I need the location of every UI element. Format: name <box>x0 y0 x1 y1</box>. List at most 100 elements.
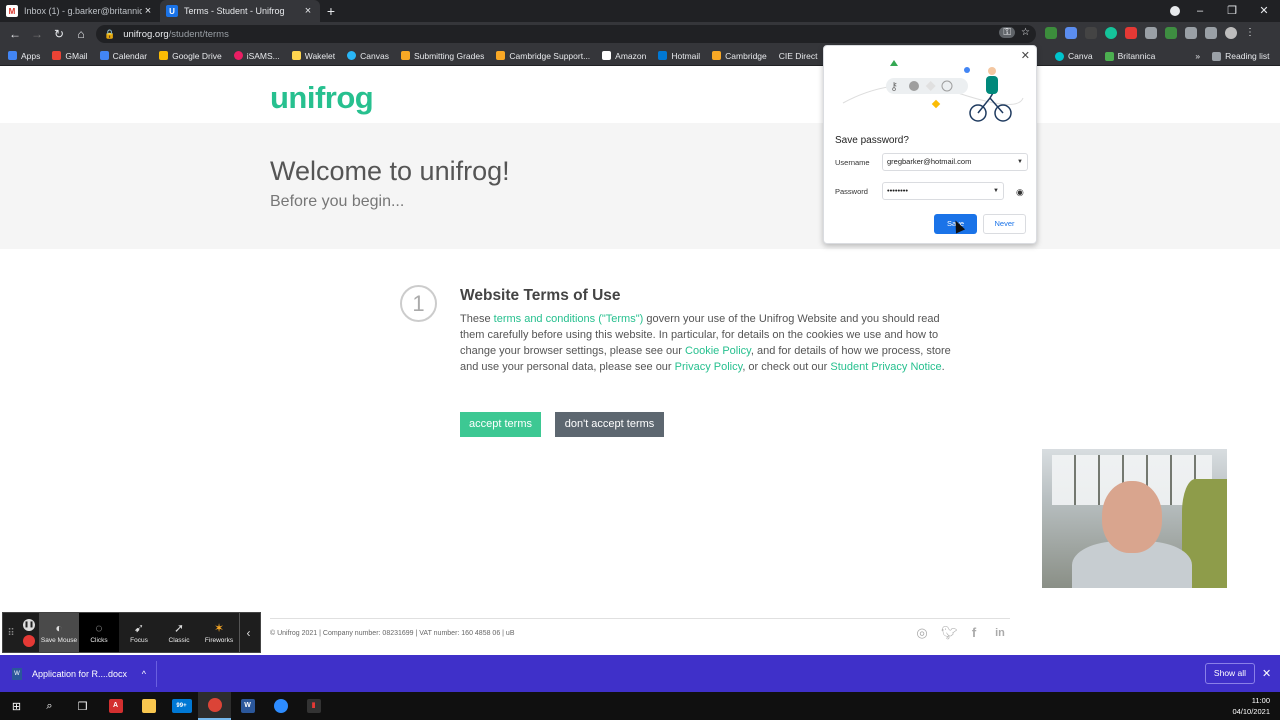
bookmark-hotmail[interactable]: Hotmail <box>658 51 700 61</box>
download-item[interactable]: W Application for R....docx ^ <box>12 660 157 687</box>
cookie-policy-link[interactable]: Cookie Policy <box>685 345 751 357</box>
home-icon[interactable]: ⌂ <box>70 27 92 41</box>
minimize-icon[interactable]: – <box>1184 0 1216 22</box>
extension-icon[interactable] <box>1165 27 1177 39</box>
extension-icon[interactable] <box>1065 27 1077 39</box>
bookmark-cambridge[interactable]: Cambridge <box>712 51 767 61</box>
collapse-icon[interactable]: ‹ <box>239 613 257 652</box>
tab-gmail[interactable]: M Inbox (1) - g.barker@britannica.sc × <box>0 0 160 22</box>
page-subtitle: Before you begin... <box>270 193 405 210</box>
extension-icon[interactable] <box>1145 27 1157 39</box>
student-privacy-link[interactable]: Student Privacy Notice <box>830 361 941 373</box>
bookmark-amazon[interactable]: Amazon <box>602 51 646 61</box>
dropdown-arrow-icon[interactable]: ▼ <box>1017 154 1023 170</box>
unifrog-logo[interactable]: unifrog <box>270 80 374 116</box>
cambridge-icon <box>712 51 722 60</box>
bookmark-google-drive[interactable]: Google Drive <box>159 51 222 61</box>
pause-icon[interactable]: ❚❚ <box>23 618 35 631</box>
media-icon[interactable] <box>1205 27 1217 39</box>
bookmark-gmail[interactable]: GMail <box>52 51 88 61</box>
search-icon[interactable]: ⌕ <box>33 692 66 720</box>
tab-unifrog[interactable]: U Terms - Student - Unifrog × <box>160 0 320 22</box>
restore-icon[interactable]: ❐ <box>1216 0 1248 22</box>
bookmark-canva[interactable]: Canva <box>1055 51 1093 61</box>
tab-close-icon[interactable]: × <box>302 5 314 17</box>
forward-icon[interactable]: → <box>26 27 48 41</box>
tab-title: Inbox (1) - g.barker@britannica.sc <box>24 6 142 16</box>
clicks-option[interactable]: ◌ Clicks <box>79 613 119 652</box>
accept-terms-button[interactable]: accept terms <box>460 412 541 437</box>
bookmark-wakelet[interactable]: Wakelet <box>291 51 335 61</box>
fireworks-icon: ✶ <box>213 621 225 635</box>
window-close-icon[interactable]: ✕ <box>1248 0 1280 22</box>
classic-option[interactable]: ➚ Classic <box>159 613 199 652</box>
save-mouse-option[interactable]: ◐ Save Mouse <box>39 613 79 652</box>
chrome-icon[interactable] <box>198 692 231 720</box>
zoom-icon[interactable] <box>264 692 297 720</box>
linkedin-icon[interactable]: in <box>993 626 1007 640</box>
gmail-icon <box>52 51 62 60</box>
lock-icon[interactable]: 🔒 <box>104 29 115 40</box>
star-icon[interactable]: ☆ <box>1021 27 1030 38</box>
facebook-icon[interactable]: f <box>967 626 981 640</box>
back-icon[interactable]: ← <box>4 27 26 41</box>
extension-icons: ⋮ <box>1045 27 1255 39</box>
bookmarks-overflow[interactable]: » <box>1195 51 1200 61</box>
menu-icon[interactable]: ⋮ <box>1245 27 1255 39</box>
password-label: Password <box>835 187 868 196</box>
task-view-icon[interactable]: ❒ <box>66 692 99 720</box>
bookmark-canvas[interactable]: Canvas <box>347 51 389 61</box>
address-bar[interactable]: 🔒 unifrog.org /student/terms ⚿ ☆ <box>96 25 1036 43</box>
recorder-app-icon[interactable]: ▮ <box>297 692 330 720</box>
decline-terms-button[interactable]: don't accept terms <box>555 412 664 437</box>
stop-icon[interactable] <box>23 634 35 647</box>
new-tab-icon[interactable]: + <box>320 0 342 22</box>
tab-close-icon[interactable]: × <box>142 5 154 17</box>
file-explorer-icon[interactable] <box>132 692 165 720</box>
bookmark-britannica[interactable]: Britannica <box>1104 51 1155 61</box>
password-field[interactable]: •••••••• ▼ <box>882 182 1004 200</box>
bookmark-isams[interactable]: iSAMS... <box>233 51 280 61</box>
pointer-icon: ➚ <box>173 621 185 635</box>
profile-indicator-icon[interactable] <box>1170 6 1180 16</box>
privacy-policy-link[interactable]: Privacy Policy <box>675 361 743 373</box>
extension-icon[interactable] <box>1125 27 1137 39</box>
drag-handle-icon[interactable]: ⠿ <box>3 613 19 652</box>
windows-start-icon[interactable]: ⊞ <box>0 692 33 720</box>
twitter-icon[interactable]: 🐦︎ <box>941 626 958 640</box>
username-field[interactable]: gregbarker@hotmail.com ▼ <box>882 153 1028 171</box>
bookmark-apps[interactable]: Apps <box>8 51 40 61</box>
bookmark-cie-direct[interactable]: CIE Direct <box>779 51 818 61</box>
eye-icon[interactable]: ◉ <box>1016 187 1024 198</box>
key-icon[interactable]: ⚿ <box>999 27 1016 38</box>
page-title: Welcome to unifrog! <box>270 156 510 186</box>
extension-icon[interactable] <box>1045 27 1057 39</box>
instagram-icon[interactable]: ◎ <box>915 626 929 640</box>
step-number-badge: 1 <box>400 285 437 322</box>
clock-time: 11:00 <box>1251 696 1270 705</box>
chevron-up-icon[interactable]: ^ <box>142 669 146 679</box>
show-all-button[interactable]: Show all <box>1205 663 1255 684</box>
never-button[interactable]: Never <box>983 214 1026 234</box>
puzzle-icon[interactable] <box>1185 27 1197 39</box>
tab-title: Terms - Student - Unifrog <box>184 6 285 16</box>
webcam-person <box>1102 481 1162 553</box>
fireworks-option[interactable]: ✶ Fireworks <box>199 613 239 652</box>
system-clock[interactable]: 11:00 04/10/2021 <box>1232 695 1270 717</box>
focus-option[interactable]: ➹ Focus <box>119 613 159 652</box>
dropdown-arrow-icon[interactable]: ▼ <box>993 183 999 199</box>
acrobat-icon[interactable]: A <box>99 692 132 720</box>
avatar[interactable] <box>1225 27 1237 39</box>
close-icon[interactable]: ✕ <box>1262 667 1271 680</box>
grammarly-icon[interactable] <box>1105 27 1117 39</box>
terms-link[interactable]: terms and conditions ("Terms") <box>494 313 644 325</box>
bookmark-calendar[interactable]: Calendar <box>99 51 147 61</box>
reading-list[interactable]: Reading list <box>1212 51 1270 61</box>
drive-icon <box>159 51 169 60</box>
mail-icon[interactable]: 99+ <box>165 692 198 720</box>
reload-icon[interactable]: ↻ <box>48 27 70 41</box>
word-icon[interactable]: W <box>231 692 264 720</box>
extension-icon[interactable] <box>1085 27 1097 39</box>
bookmark-submitting-grades[interactable]: Submitting Grades <box>400 51 484 61</box>
bookmark-cambridge-support[interactable]: Cambridge Support... <box>496 51 590 61</box>
